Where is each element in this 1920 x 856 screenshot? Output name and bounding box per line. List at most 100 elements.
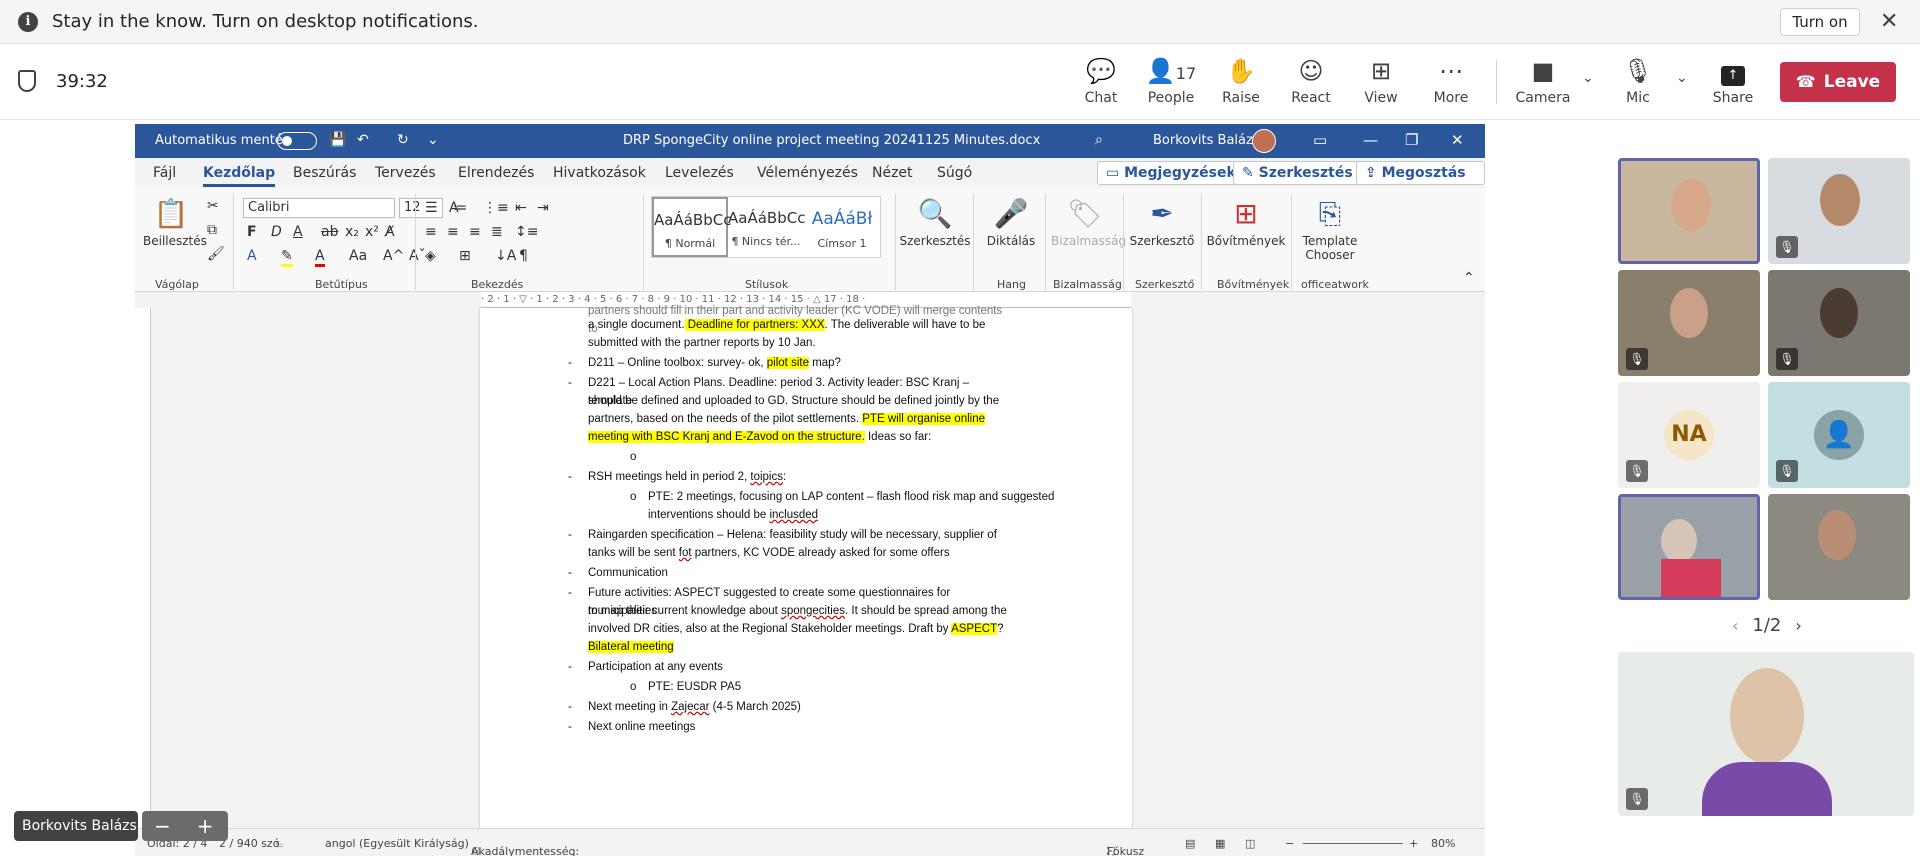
word-count[interactable]: 2 / 940 szó (219, 837, 279, 850)
strikethrough-icon[interactable]: ab (321, 224, 338, 240)
redo-icon[interactable]: ↻ (397, 132, 409, 148)
print-layout-icon[interactable]: ▦ (1215, 837, 1225, 850)
search-icon[interactable]: ⌕ (1095, 132, 1103, 148)
close-icon[interactable]: ✕ (1880, 8, 1898, 36)
copy-icon[interactable]: ⧉ (207, 222, 217, 238)
zoom-slider[interactable] (1303, 843, 1403, 844)
camera-button[interactable]: ■ Camera (1512, 56, 1574, 106)
raise-hand-button[interactable]: ✋ Raise (1210, 56, 1272, 106)
shrink-font-icon[interactable]: Aˇ (409, 248, 426, 264)
clear-format-icon[interactable]: A̸ (385, 224, 395, 240)
paste-button[interactable]: 📋 Beillesztés (143, 194, 207, 248)
mic-button[interactable]: 🎙 Mic (1607, 56, 1669, 106)
superscript-icon[interactable]: x² (365, 224, 379, 240)
align-center-icon[interactable]: ≡ (447, 224, 459, 240)
chat-button[interactable]: 💬 Chat (1070, 56, 1132, 106)
shading-icon[interactable]: ◈ (425, 248, 436, 264)
restore-icon[interactable]: ❐ (1405, 131, 1418, 149)
align-right-icon[interactable]: ≡ (469, 224, 481, 240)
italic-icon[interactable]: D (271, 224, 282, 240)
share-doc-button[interactable]: ⇪ Megosztás ⌄ (1356, 161, 1485, 203)
cut-icon[interactable]: ✂ (207, 198, 219, 214)
tab-view[interactable]: Nézet (872, 165, 913, 181)
save-icon[interactable]: 💾 (329, 132, 346, 148)
document-page[interactable]: partners should fill in their part and a… (480, 305, 1132, 856)
vertical-ruler[interactable] (135, 308, 151, 856)
sensitivity-button[interactable]: 🏷 Bizalmasság (1051, 194, 1126, 248)
style-normal[interactable]: AaÁáBbCc ¶ Normál (652, 197, 731, 257)
underline-icon[interactable]: A (293, 224, 303, 240)
web-layout-icon[interactable]: ◫ (1245, 837, 1255, 850)
participant-video-tile[interactable] (1618, 158, 1760, 264)
tab-home[interactable]: Kezdőlap (203, 165, 276, 187)
style-heading-1[interactable]: AaÁáBł Címsor 1 (804, 197, 880, 257)
undo-icon[interactable]: ↶ (357, 132, 369, 148)
minimize-icon[interactable]: — (1363, 131, 1378, 149)
font-color-icon[interactable]: A (315, 248, 325, 267)
borders-icon[interactable]: ⊞ (459, 248, 471, 264)
increase-indent-icon[interactable]: ⇥ (537, 200, 549, 216)
autosave-toggle[interactable] (277, 132, 317, 150)
dictate-button[interactable]: 🎤 Diktálás (981, 194, 1041, 248)
proofing-icon[interactable]: ⎁ (275, 837, 284, 851)
avatar[interactable] (1252, 129, 1276, 153)
grow-font-2-icon[interactable]: A^ (383, 248, 404, 264)
leave-button[interactable]: ☎ Leave (1780, 62, 1896, 102)
collapse-ribbon-icon[interactable]: ⌃ (1463, 270, 1475, 286)
format-painter-icon[interactable]: 🖌 (207, 246, 225, 262)
participant-video-tile[interactable]: 🎙 (1618, 270, 1760, 376)
participant-video-tile[interactable]: 🎙 (1768, 158, 1910, 264)
view-button[interactable]: ⊞ View (1350, 56, 1412, 106)
sort-icon[interactable]: ↓A (495, 248, 516, 264)
tab-layout[interactable]: Elrendezés (458, 165, 534, 181)
participant-video-tile[interactable]: 🎙 (1768, 270, 1910, 376)
zoom-plus-icon[interactable]: + (197, 814, 214, 838)
comments-button[interactable]: ▭ Megjegyzések (1097, 161, 1245, 185)
tab-file[interactable]: Fájl (153, 165, 176, 181)
decrease-indent-icon[interactable]: ⇤ (515, 200, 527, 216)
change-case-icon[interactable]: Aa (349, 248, 367, 264)
language-status[interactable]: angol (Egyesült Királyság) (325, 837, 469, 850)
window-close-icon[interactable]: ✕ (1451, 131, 1464, 149)
zoom-in-icon[interactable]: + (1409, 837, 1418, 850)
participant-video-tile[interactable] (1618, 494, 1760, 600)
font-name-box[interactable]: Calibri (243, 198, 395, 218)
align-left-icon[interactable]: ≡ (425, 224, 437, 240)
participant-tile[interactable]: 👤 🎙 (1768, 382, 1910, 488)
bold-icon[interactable]: F (247, 224, 257, 240)
document-title[interactable]: DRP SpongeCity online project meeting 20… (623, 133, 1040, 148)
tab-references[interactable]: Hivatkozások (553, 165, 646, 181)
line-spacing-icon[interactable]: ↕≡ (515, 224, 538, 240)
subscript-icon[interactable]: x₂ (345, 224, 359, 240)
turn-on-button[interactable]: Turn on (1780, 8, 1860, 36)
tab-review[interactable]: Véleményezés (757, 165, 858, 181)
highlight-icon[interactable]: ✎ (281, 248, 293, 267)
find-editing-button[interactable]: 🔍 Szerkesztés (899, 194, 971, 248)
style-no-spacing[interactable]: AaÁáBbCc ¶ Nincs tér... (728, 197, 805, 257)
addins-button[interactable]: ⊞ Bővítmények (1205, 194, 1287, 248)
participant-tile[interactable]: NA 🎙 (1618, 382, 1760, 488)
bullets-icon[interactable]: ☰ (425, 200, 438, 216)
multilevel-icon[interactable]: ⋮≡ (483, 200, 509, 216)
chevron-right-icon[interactable]: › (1795, 616, 1801, 635)
share-button[interactable]: ↑ Share (1702, 56, 1764, 106)
justify-icon[interactable]: ≣ (491, 224, 503, 240)
react-button[interactable]: ☺ React (1280, 56, 1342, 106)
template-chooser-button[interactable]: ⎘ Template Chooser (1295, 194, 1365, 262)
read-mode-icon[interactable]: ▤ (1185, 837, 1195, 850)
zoom-minus-icon[interactable]: − (154, 814, 171, 838)
customize-qat-icon[interactable]: ⌄ (427, 132, 439, 148)
camera-options-chevron-icon[interactable]: ⌄ (1582, 70, 1594, 86)
zoom-level[interactable]: 80% (1431, 837, 1455, 850)
mic-options-chevron-icon[interactable]: ⌄ (1676, 70, 1688, 86)
tab-help[interactable]: Súgó (937, 165, 972, 181)
more-button[interactable]: ⋯ More (1420, 56, 1482, 106)
people-button[interactable]: 👤17 People (1140, 56, 1202, 106)
tab-mailings[interactable]: Levelezés (665, 165, 734, 181)
tab-design[interactable]: Tervezés (375, 165, 436, 181)
pilcrow-icon[interactable]: ¶ (519, 248, 528, 264)
participant-video-tile[interactable] (1768, 494, 1910, 600)
editor-button[interactable]: ✒ Szerkesztő (1127, 194, 1197, 248)
zoom-out-icon[interactable]: − (1285, 837, 1294, 850)
ribbon-display-icon[interactable]: ▭ (1313, 131, 1327, 149)
